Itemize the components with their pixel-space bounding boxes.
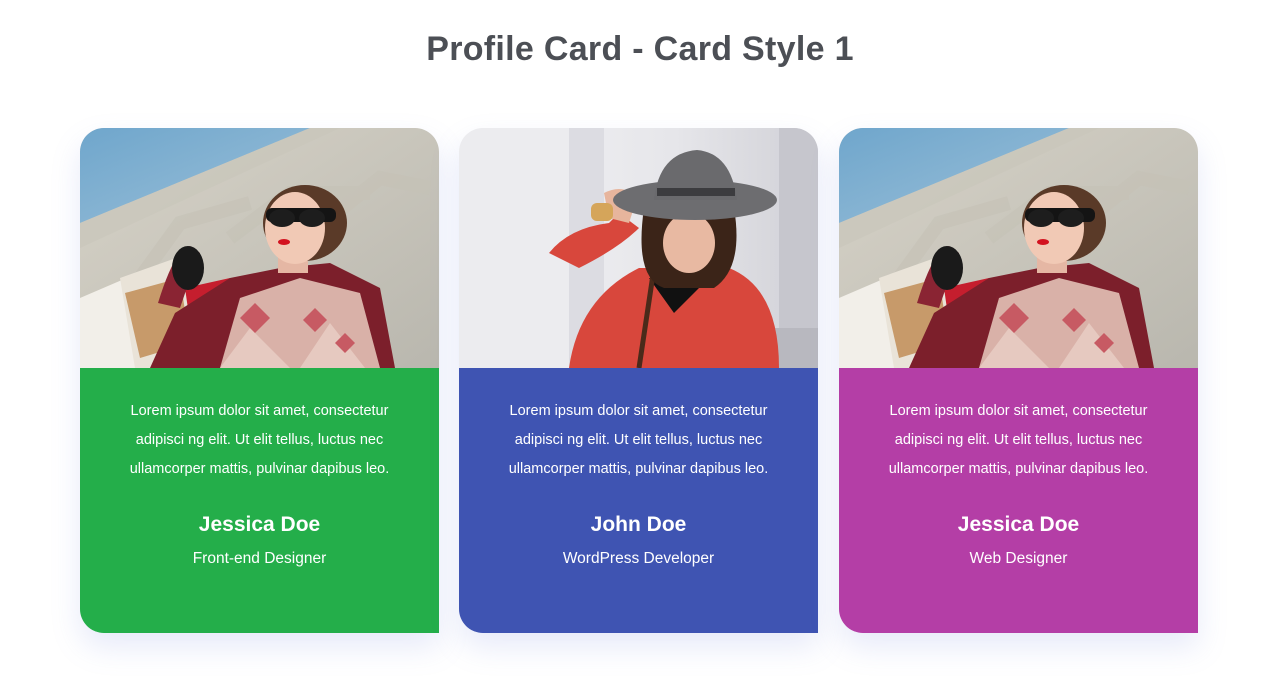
card-content: Lorem ipsum dolor sit amet, consectetur … (459, 368, 818, 633)
card-role: Front-end Designer (192, 550, 327, 567)
profile-photo (80, 128, 439, 368)
card-description: Lorem ipsum dolor sit amet, consectetur … (508, 403, 769, 477)
card-name: John Doe (590, 513, 687, 536)
profile-card: Lorem ipsum dolor sit amet, consectetur … (459, 128, 818, 633)
profile-photo (459, 128, 818, 368)
profile-card: Lorem ipsum dolor sit amet, consectetur … (80, 128, 439, 633)
card-name: Jessica Doe (957, 513, 1080, 536)
page-title: Profile Card - Card Style 1 (426, 30, 854, 68)
profile-card: Lorem ipsum dolor sit amet, consectetur … (839, 128, 1198, 633)
card-role: WordPress Developer (562, 550, 715, 567)
card-description: Lorem ipsum dolor sit amet, consectetur … (129, 403, 390, 477)
woman-sunglasses-shopping-photo (839, 128, 1198, 368)
woman-grey-hat-photo (459, 128, 818, 368)
card-content: Lorem ipsum dolor sit amet, consectetur … (839, 368, 1198, 633)
card-name: Jessica Doe (198, 513, 321, 536)
card-content: Lorem ipsum dolor sit amet, consectetur … (80, 368, 439, 633)
card-role: Web Designer (969, 550, 1068, 567)
card-description: Lorem ipsum dolor sit amet, consectetur … (888, 403, 1149, 477)
woman-sunglasses-shopping-photo (80, 128, 439, 368)
profile-photo (839, 128, 1198, 368)
profile-card-list: Lorem ipsum dolor sit amet, consectetur … (80, 128, 1200, 633)
